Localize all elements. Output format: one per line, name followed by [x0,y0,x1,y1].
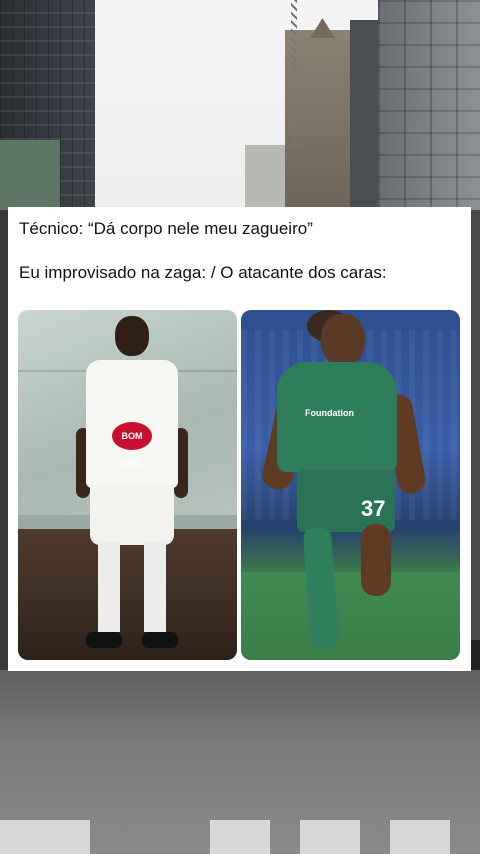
photo-striker: Foundation 37 [241,310,460,660]
sponsor-badge: BOM BRIL [112,422,152,469]
boot [86,632,122,648]
boot [142,632,178,648]
jersey-sponsor: Foundation [305,408,354,418]
pitch [241,572,460,660]
crosswalk-stripe [210,820,270,854]
player-leg [361,524,391,596]
meme-caption-line-1: Técnico: “Dá corpo nele meu zagueiro” [19,219,313,238]
building-edge [470,210,480,680]
meme-card: Técnico: “Dá corpo nele meu zagueiro” Eu… [8,207,471,671]
crosswalk-stripe [300,820,360,854]
building [350,20,380,210]
player-head [115,316,149,356]
crosswalk-stripe [0,820,90,854]
building [245,145,285,210]
player-head [321,314,365,366]
dirt-ground [18,529,237,660]
meme-caption-line-2: Eu improvisado na zaga: / O atacante dos… [19,263,387,282]
crosswalk-stripe [390,820,450,854]
sock [144,542,166,632]
crane [291,0,297,150]
sock [98,542,120,632]
white-shorts [90,485,174,545]
shirt-number: 37 [361,496,386,521]
photo-young-player: BOM BRIL [18,310,237,660]
street [0,670,480,854]
